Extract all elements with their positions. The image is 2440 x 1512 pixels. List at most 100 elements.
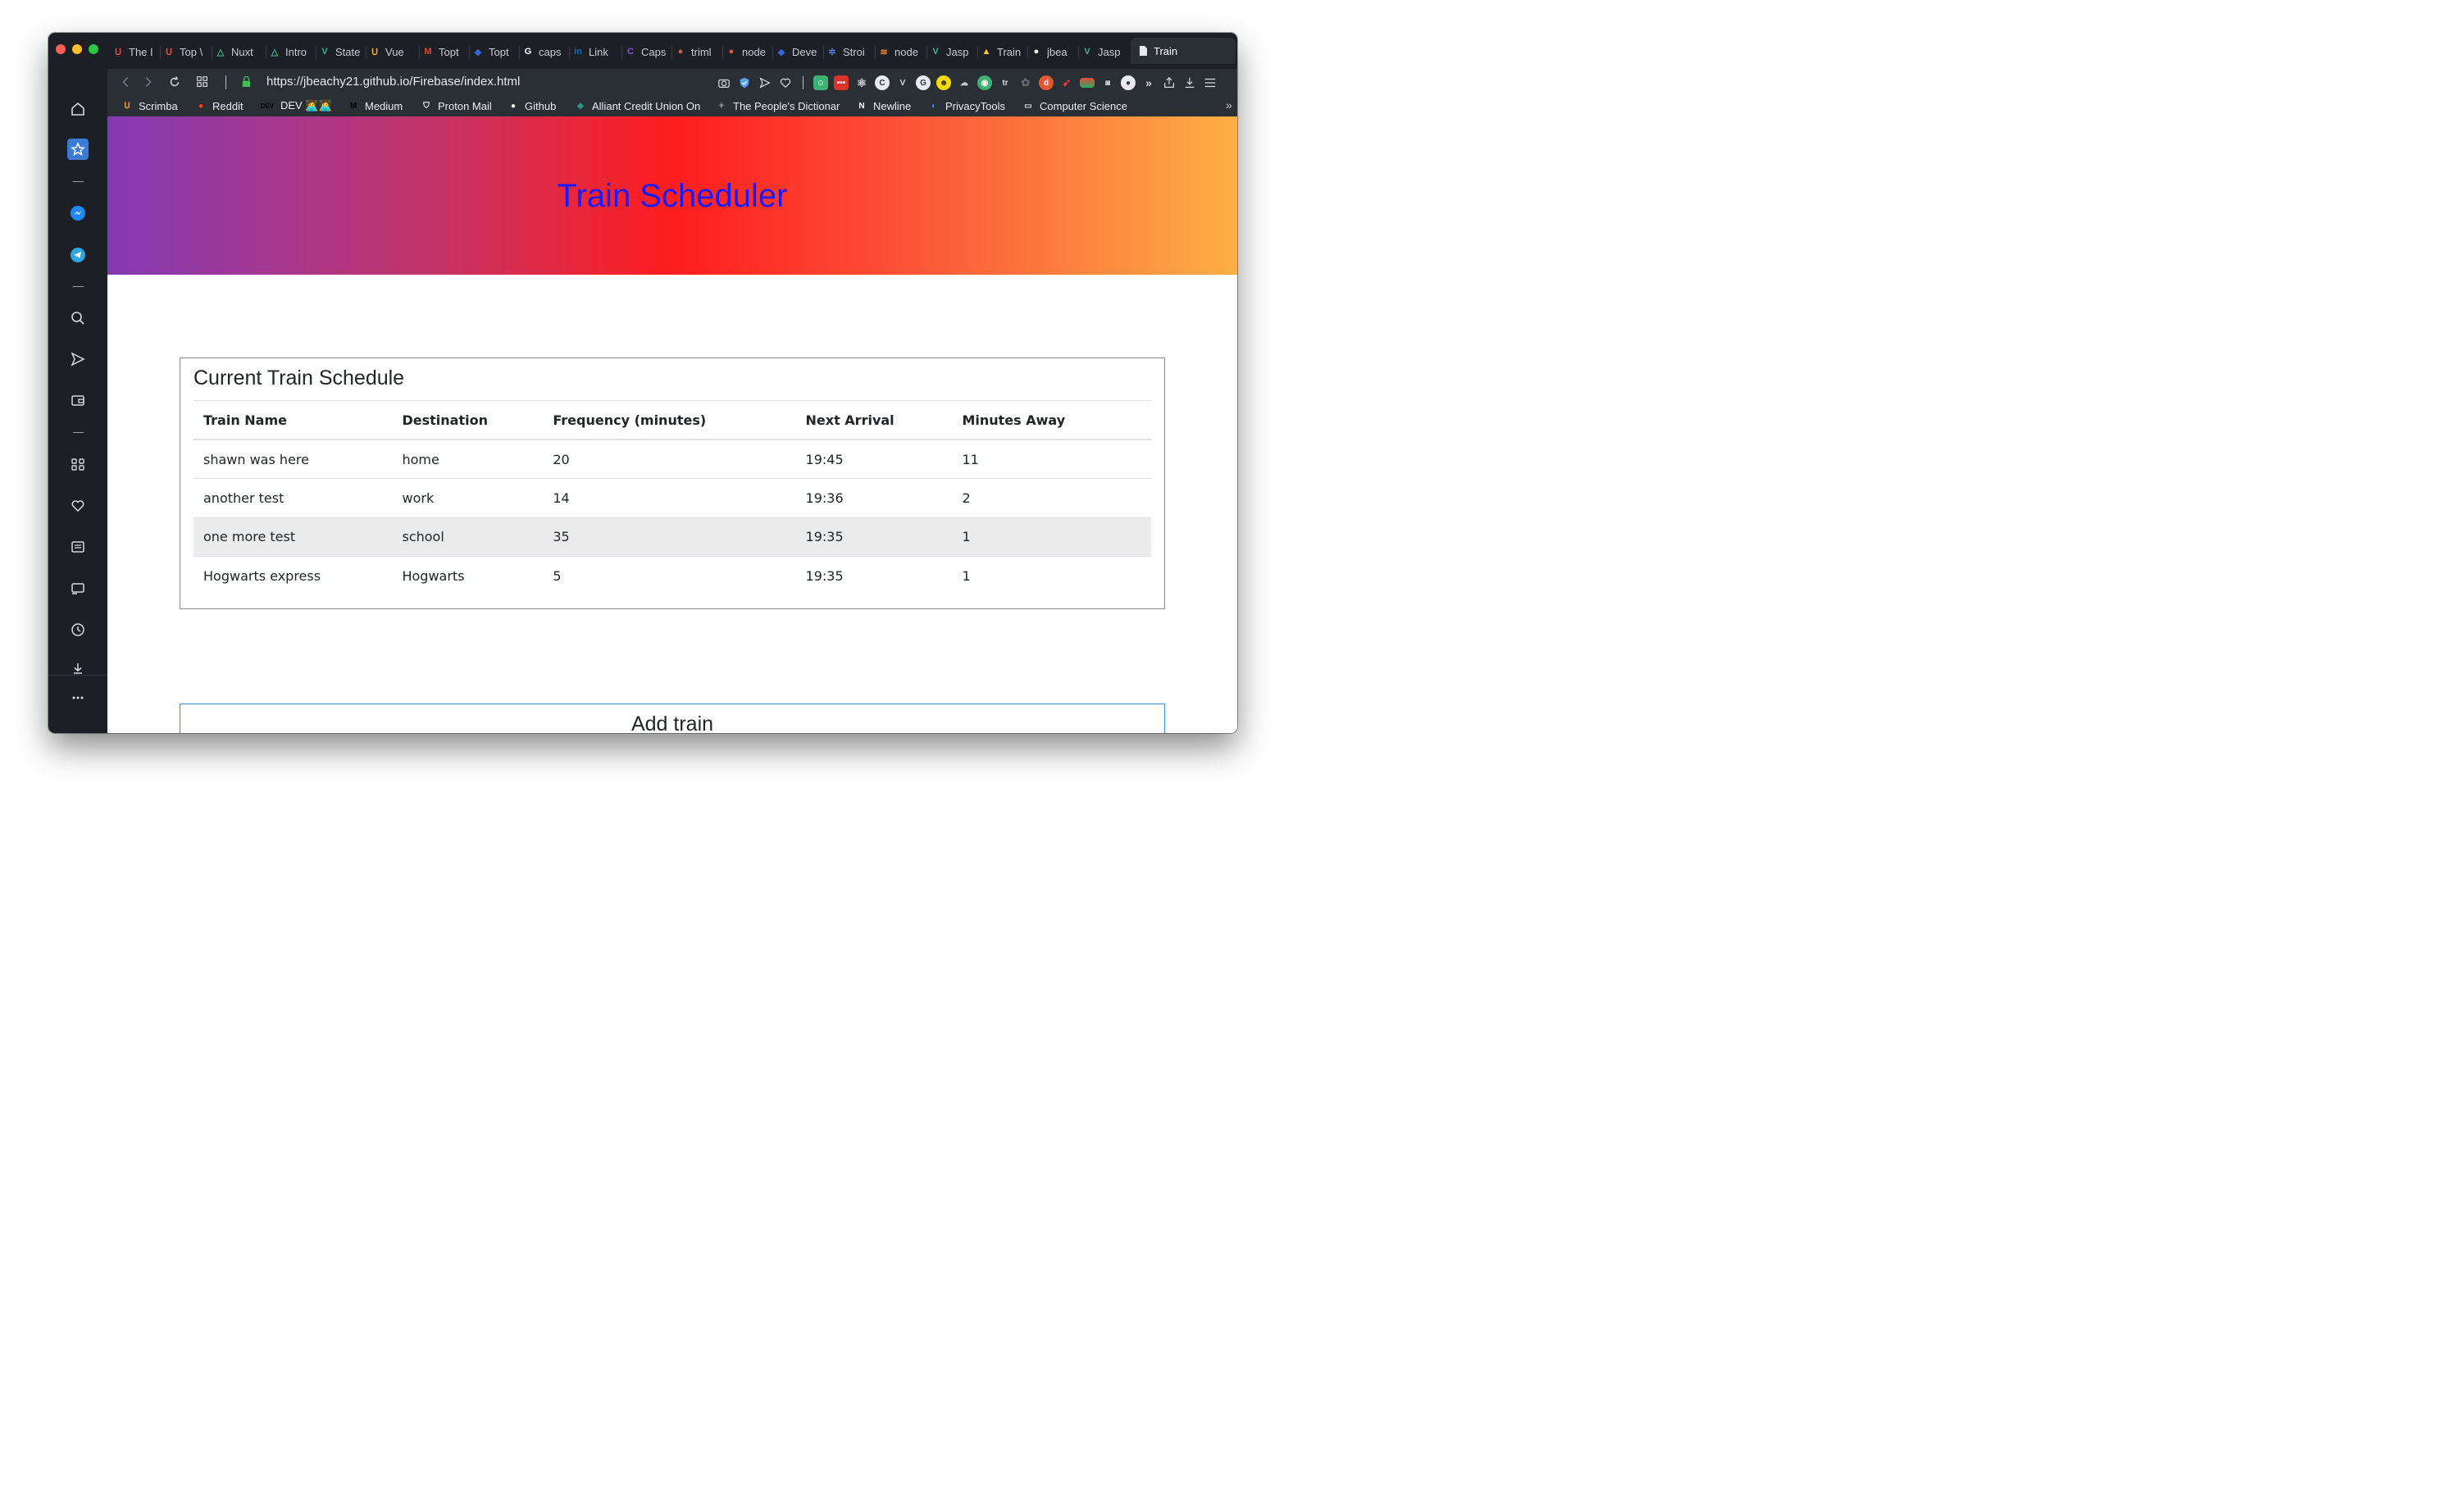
extension-face-icon[interactable]: ☻ bbox=[936, 75, 951, 90]
tab-separator bbox=[977, 46, 978, 59]
browser-tab[interactable]: ▲ Train bbox=[981, 43, 1027, 61]
tab-separator bbox=[569, 46, 570, 59]
apps-grid-icon[interactable] bbox=[67, 453, 89, 475]
browser-tab[interactable]: ● triml bbox=[675, 43, 721, 61]
search-icon[interactable] bbox=[67, 307, 89, 329]
browser-tab[interactable]: Ս The I bbox=[112, 43, 158, 61]
extension-g-icon[interactable]: G bbox=[916, 75, 931, 90]
telegram-icon[interactable] bbox=[67, 244, 89, 266]
back-button[interactable] bbox=[118, 74, 134, 90]
github-icon: ● bbox=[510, 101, 517, 111]
tab-bar: Ս The I Ս Top \ △ Nuxt △ Intro V State Ս Vue M Topt ◆ T… bbox=[107, 33, 1237, 69]
close-window-button[interactable] bbox=[56, 44, 66, 54]
settings-menu-icon[interactable] bbox=[1203, 75, 1218, 90]
more-options-icon[interactable] bbox=[67, 687, 89, 708]
browser-tab[interactable]: ✲ Stroi bbox=[826, 43, 872, 61]
browser-tab[interactable]: ◆ Topt bbox=[472, 43, 518, 61]
messenger-icon[interactable] bbox=[67, 203, 89, 224]
bookmark-item[interactable]: M Medium bbox=[347, 98, 403, 113]
minimize-window-button[interactable] bbox=[72, 44, 82, 54]
more-extensions-icon[interactable]: » bbox=[1141, 75, 1156, 90]
browser-tab[interactable]: M Topt bbox=[422, 43, 468, 61]
browser-tab[interactable]: Ս Vue bbox=[369, 43, 415, 61]
extension-bubble-icon[interactable]: ● bbox=[1121, 75, 1136, 90]
tab-label: Train bbox=[1154, 44, 1178, 57]
player-icon[interactable] bbox=[67, 578, 89, 599]
bookmark-item[interactable]: ⛉ Proton Mail bbox=[420, 98, 492, 113]
cell-minutes-away: 1 bbox=[952, 517, 1151, 557]
bookmark-item[interactable]: ✦ The People's Dictionar bbox=[715, 98, 840, 113]
tab-separator bbox=[926, 46, 927, 59]
bookmark-item[interactable]: Ս Scrimba bbox=[121, 98, 177, 113]
browser-tab[interactable]: Gcaps bbox=[522, 43, 568, 61]
history-icon[interactable] bbox=[67, 619, 89, 640]
bookmark-item[interactable]: ● Github bbox=[507, 98, 556, 113]
address-divider bbox=[225, 75, 226, 89]
tab-label: node bbox=[895, 45, 918, 58]
tab-label: Topt bbox=[439, 45, 459, 58]
more-bookmarks-icon[interactable]: » bbox=[1226, 98, 1232, 112]
extension-bars-icon[interactable] bbox=[1080, 78, 1095, 88]
vue-devtools-icon[interactable]: V bbox=[895, 75, 910, 90]
download-icon[interactable] bbox=[1182, 75, 1197, 90]
share-icon[interactable] bbox=[1162, 75, 1177, 90]
forward-button[interactable] bbox=[139, 74, 156, 90]
browser-tab[interactable]: V Jasp bbox=[1081, 43, 1127, 61]
github-icon: ● bbox=[1033, 47, 1040, 57]
extension-tr-icon[interactable]: tr bbox=[998, 75, 1013, 90]
cell-destination: Hogwarts bbox=[402, 568, 465, 584]
browser-tab[interactable]: C Caps bbox=[625, 43, 671, 61]
tab-grid-icon[interactable] bbox=[194, 74, 211, 90]
browser-tab[interactable]: in Link bbox=[572, 43, 618, 61]
nuxt-icon: △ bbox=[216, 47, 225, 57]
lock-icon[interactable] bbox=[241, 75, 252, 92]
extension-paw-icon[interactable]: ✿ bbox=[1018, 75, 1033, 90]
extension-lastpass-icon[interactable]: ••• bbox=[834, 75, 849, 90]
downloads-icon[interactable] bbox=[67, 658, 89, 679]
heart-icon[interactable] bbox=[67, 495, 89, 517]
send-icon[interactable] bbox=[758, 75, 772, 90]
shield-check-icon[interactable] bbox=[737, 75, 752, 90]
send-icon[interactable] bbox=[67, 348, 89, 370]
extension-circle-icon[interactable]: ◉ bbox=[977, 75, 992, 90]
web-page: Train Scheduler Current Train Schedule T… bbox=[107, 116, 1237, 733]
browser-tab[interactable]: △ Nuxt bbox=[215, 43, 261, 61]
browser-tab[interactable]: V State bbox=[319, 43, 365, 61]
extension-arrow-icon[interactable]: ➹ bbox=[1059, 75, 1074, 90]
extension-green-icon[interactable]: ☺ bbox=[813, 75, 828, 90]
tab-active[interactable]: Train bbox=[1131, 38, 1236, 64]
hero-banner: Train Scheduler bbox=[107, 116, 1237, 275]
heart-icon[interactable] bbox=[778, 75, 793, 90]
bookmark-item[interactable]: N Newline bbox=[855, 98, 911, 113]
duckduckgo-icon[interactable]: d bbox=[1039, 75, 1054, 90]
cell-next-arrival: 19:45 bbox=[795, 439, 953, 479]
schedule-card: Current Train Schedule Train Name Destin… bbox=[180, 358, 1165, 609]
maximize-window-button[interactable] bbox=[89, 44, 98, 54]
reload-button[interactable] bbox=[166, 74, 183, 90]
bookmark-item[interactable]: ◈ Alliant Credit Union On bbox=[574, 98, 700, 113]
browser-tab[interactable]: V Jasp bbox=[930, 43, 976, 61]
bookmark-label: DEV 👩‍💻👩‍💻 bbox=[280, 99, 332, 112]
extension-cloud-icon[interactable]: ☁ bbox=[957, 75, 972, 90]
bookmark-item[interactable]: DEV DEV 👩‍💻👩‍💻 bbox=[259, 98, 332, 113]
duckduckgo-icon: ● bbox=[728, 47, 735, 57]
browser-tab[interactable]: △ Intro bbox=[269, 43, 315, 61]
bookmark-item[interactable]: ▭ Computer Science bbox=[1022, 98, 1127, 113]
react-devtools-icon[interactable]: ⚛ bbox=[854, 75, 869, 90]
column-header-minutes-away: Minutes Away bbox=[952, 401, 1151, 440]
speed-dial-icon[interactable] bbox=[67, 139, 89, 160]
browser-tab[interactable]: ● jbea bbox=[1031, 43, 1077, 61]
browser-tab[interactable]: ≋ node bbox=[878, 43, 924, 61]
news-icon[interactable] bbox=[67, 536, 89, 558]
home-icon[interactable] bbox=[67, 98, 89, 120]
wallet-icon[interactable] bbox=[67, 389, 89, 411]
pocket-icon[interactable]: ◙ bbox=[1100, 75, 1115, 90]
browser-tab[interactable]: Ս Top \ bbox=[163, 43, 209, 61]
extension-c-icon[interactable]: C bbox=[875, 75, 890, 90]
browser-tab[interactable]: ◆ Deve bbox=[776, 43, 822, 61]
browser-tab[interactable]: ● node bbox=[726, 43, 772, 61]
url-field[interactable]: https://jbeachy21.github.io/Firebase/ind… bbox=[266, 75, 520, 89]
camera-icon[interactable] bbox=[717, 75, 731, 90]
bookmark-item[interactable]: ◐ PrivacyTools bbox=[927, 98, 1005, 113]
bookmark-item[interactable]: ● Reddit bbox=[194, 98, 244, 113]
